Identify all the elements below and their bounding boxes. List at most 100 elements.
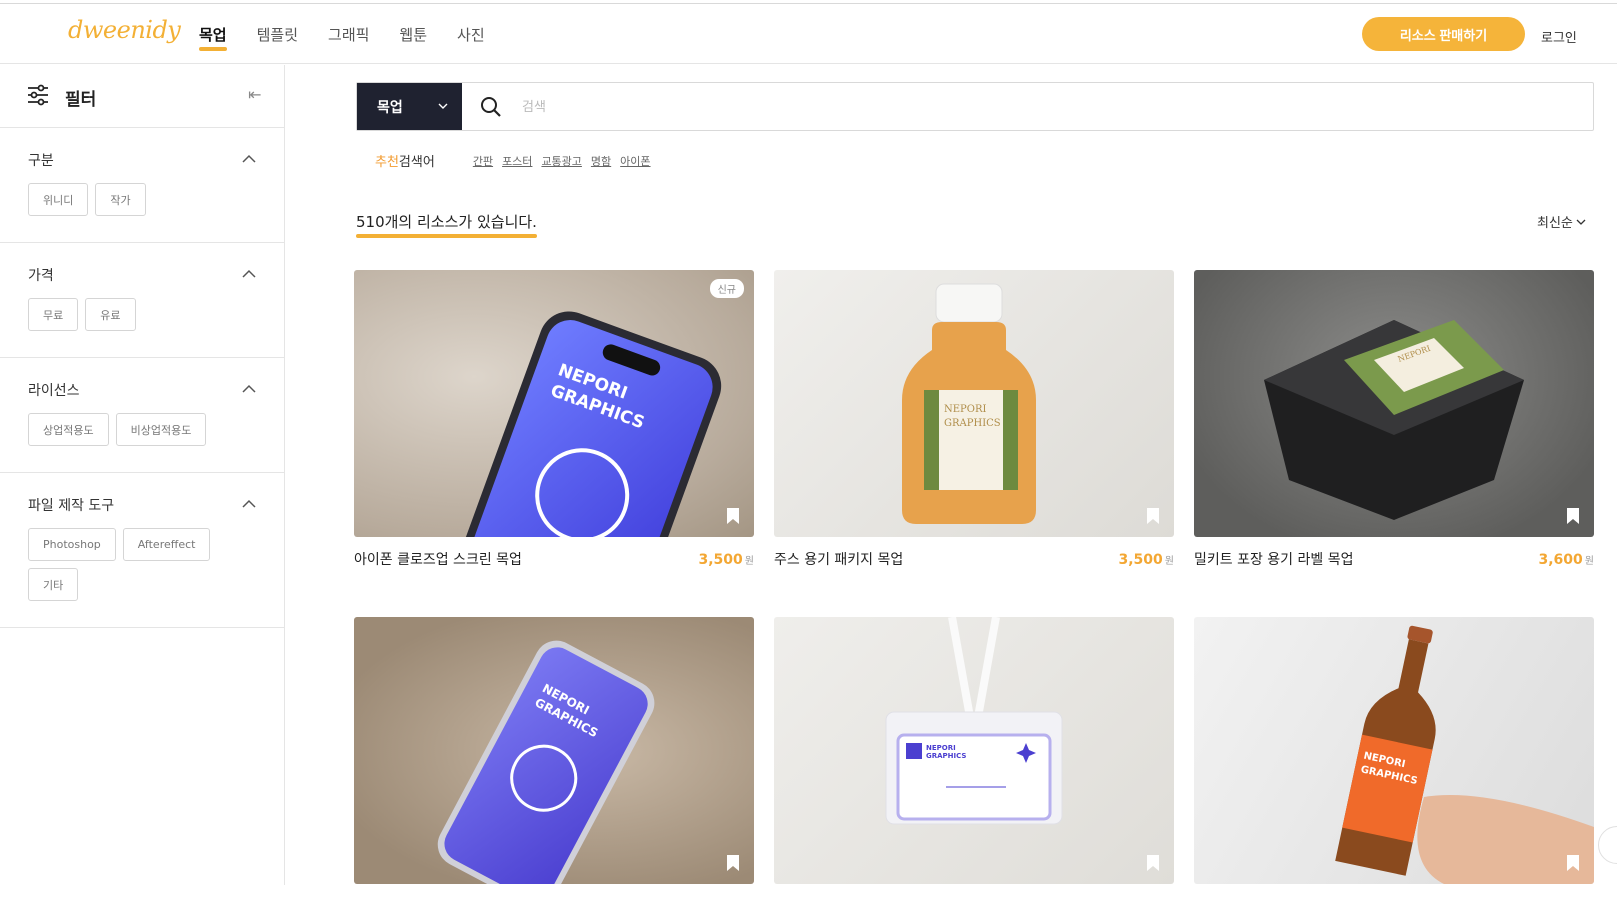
keyword-tag[interactable]: 포스터 — [502, 153, 532, 169]
card-price: 3,600 원 — [1539, 552, 1595, 568]
resource-card[interactable]: NEPORI GRAPHICS — [354, 617, 754, 912]
recommend-highlight: 추천 — [375, 155, 399, 170]
card-price — [752, 896, 754, 912]
chip-author[interactable]: 작가 — [95, 183, 146, 216]
mockup-text: NEPORI — [944, 404, 987, 415]
sort-select[interactable]: 최신순 — [1537, 212, 1586, 231]
search-bar: 목업 — [356, 82, 1594, 131]
phone-angled-image: NEPORI GRAPHICS — [437, 640, 655, 884]
recommended-keywords: 추천 검색어 간판 포스터 교통광고 명함 아이폰 — [375, 151, 651, 171]
filter-sidebar: 필터 ⇤ 구분 위니디 작가 가격 무료 유료 라이선스 상업적용도 비상업적용… — [0, 65, 285, 885]
chevron-down-icon — [1576, 219, 1586, 225]
main-nav: 목업 템플릿 그래픽 웹툰 사진 — [199, 24, 485, 51]
filter-title: 필터 — [65, 90, 97, 110]
filter-section-price: 가격 무료 유료 — [0, 243, 284, 358]
chip-weenidy[interactable]: 위니디 — [28, 183, 89, 216]
chip-etc[interactable]: 기타 — [28, 568, 79, 601]
bookmark-icon[interactable] — [1146, 854, 1160, 872]
keyword-tag[interactable]: 교통광고 — [541, 153, 581, 169]
sliders-icon — [28, 84, 48, 106]
nav-mockup[interactable]: 목업 — [199, 24, 227, 51]
resource-card[interactable]: NEPORI GRAPHICS — [1194, 617, 1594, 912]
chevron-up-icon[interactable] — [242, 382, 256, 396]
card-title[interactable]: 아이폰 클로즈업 스크린 목업 — [354, 549, 522, 569]
phone-mockup-image: NEPORI GRAPHICS — [446, 311, 722, 537]
nav-graphic[interactable]: 그래픽 — [328, 24, 369, 45]
card-title[interactable]: 밀키트 포장 용기 라벨 목업 — [1194, 549, 1353, 569]
chevron-down-icon — [438, 103, 448, 109]
login-link[interactable]: 로그인 — [1541, 27, 1577, 46]
mockup-text: GRAPHICS — [926, 752, 966, 760]
nav-template[interactable]: 템플릿 — [257, 24, 298, 45]
sell-resource-button[interactable]: 리소스 판매하기 — [1362, 17, 1525, 51]
resource-card[interactable]: NEPORI 밀키트 포장 용기 라벨 목업 3,600 원 — [1194, 270, 1594, 569]
site-header: dweenidy 목업 템플릿 그래픽 웹툰 사진 리소스 판매하기 로그인 — [0, 4, 1617, 64]
section-title: 가격 — [28, 268, 54, 284]
resource-card[interactable]: NEPORI GRAPHICS — [774, 617, 1174, 912]
bookmark-icon[interactable] — [1566, 854, 1580, 872]
id-card-image: NEPORI GRAPHICS — [885, 617, 1063, 825]
card-thumbnail[interactable]: NEPORI GRAPHICS — [774, 617, 1174, 884]
filter-section-tool: 파일 제작 도구 Photoshop Aftereffect 기타 — [0, 473, 284, 628]
bookmark-icon[interactable] — [726, 854, 740, 872]
price-value: 3,600 — [1538, 552, 1583, 568]
scroll-top-button[interactable] — [1598, 826, 1617, 864]
bookmark-icon[interactable] — [1566, 507, 1580, 525]
chip-aftereffect[interactable]: Aftereffect — [122, 528, 211, 561]
category-select[interactable]: 목업 — [357, 83, 462, 130]
section-title: 파일 제작 도구 — [28, 498, 115, 514]
bookmark-icon[interactable] — [726, 507, 740, 525]
category-value: 목업 — [377, 99, 403, 116]
resource-card[interactable]: NEPORI GRAPHICS 신규 아이폰 클로즈업 스크린 목업 3,500… — [354, 270, 754, 569]
chip-commercial[interactable]: 상업적용도 — [28, 413, 109, 446]
currency: 원 — [1584, 556, 1594, 567]
new-badge: 신규 — [709, 279, 744, 298]
card-thumbnail[interactable]: NEPORI GRAPHICS — [774, 270, 1174, 537]
chip-noncommercial[interactable]: 비상업적용도 — [115, 413, 207, 446]
keyword-tag[interactable]: 명함 — [591, 153, 611, 169]
price-value: 3,500 — [1118, 552, 1163, 568]
nav-photo[interactable]: 사진 — [457, 24, 485, 45]
keyword-tag[interactable]: 간판 — [473, 153, 493, 169]
search-input[interactable] — [522, 83, 1422, 130]
price-value: 3,500 — [698, 552, 743, 568]
card-title[interactable]: 주스 용기 패키지 목업 — [774, 549, 903, 569]
card-thumbnail[interactable]: NEPORI GRAPHICS 신규 — [354, 270, 754, 537]
recommend-label: 검색어 — [398, 155, 435, 170]
card-thumbnail[interactable]: NEPORI GRAPHICS — [1194, 617, 1594, 884]
beer-bottle-image: NEPORI GRAPHICS — [1335, 625, 1594, 884]
sort-value: 최신순 — [1537, 216, 1573, 231]
bookmark-icon[interactable] — [1146, 507, 1160, 525]
nav-webtoon[interactable]: 웹툰 — [399, 24, 427, 45]
card-price: 3,500 원 — [1119, 552, 1175, 568]
resource-grid: NEPORI GRAPHICS 신규 아이폰 클로즈업 스크린 목업 3,500… — [354, 270, 1594, 912]
juice-bottle-image: NEPORI GRAPHICS — [902, 283, 1036, 524]
filter-header: 필터 ⇤ — [0, 65, 284, 128]
chevron-up-icon[interactable] — [242, 152, 256, 166]
mealkit-image: NEPORI — [1264, 320, 1524, 520]
section-title: 구분 — [28, 153, 54, 169]
resource-card[interactable]: NEPORI GRAPHICS 주스 용기 패키지 목업 3,500 원 — [774, 270, 1174, 569]
card-price — [1172, 896, 1174, 912]
keyword-tag[interactable]: 아이폰 — [620, 153, 650, 169]
chip-free[interactable]: 무료 — [28, 298, 79, 331]
currency: 원 — [744, 556, 754, 567]
result-count: 510개의 리소스가 있습니다. — [356, 213, 537, 238]
mockup-text: GRAPHICS — [944, 418, 1001, 429]
chip-photoshop[interactable]: Photoshop — [28, 528, 116, 561]
chevron-up-icon[interactable] — [242, 267, 256, 281]
card-thumbnail[interactable]: NEPORI — [1194, 270, 1594, 537]
card-thumbnail[interactable]: NEPORI GRAPHICS — [354, 617, 754, 884]
search-icon[interactable] — [480, 83, 510, 130]
chevron-up-icon[interactable] — [242, 497, 256, 511]
mockup-text: NEPORI — [926, 744, 956, 752]
site-logo[interactable]: dweenidy — [68, 16, 181, 44]
collapse-sidebar-icon[interactable]: ⇤ — [248, 85, 261, 104]
chip-paid[interactable]: 유료 — [85, 298, 136, 331]
filter-section-type: 구분 위니디 작가 — [0, 128, 284, 243]
filter-section-license: 라이선스 상업적용도 비상업적용도 — [0, 358, 284, 473]
card-price — [1592, 896, 1594, 912]
section-title: 라이선스 — [28, 383, 80, 399]
card-price: 3,500 원 — [699, 552, 755, 568]
currency: 원 — [1164, 556, 1174, 567]
